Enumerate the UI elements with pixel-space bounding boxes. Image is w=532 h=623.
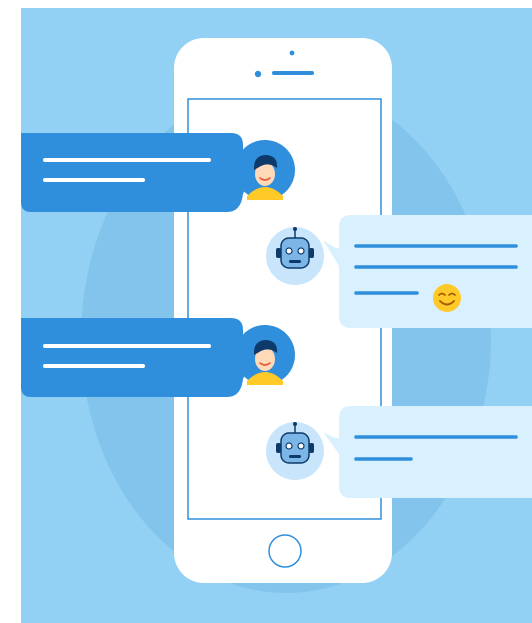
user-avatar-icon bbox=[235, 140, 295, 200]
illustration-canvas bbox=[21, 38, 532, 593]
bot-message-bubble bbox=[323, 406, 532, 498]
front-camera-icon bbox=[254, 70, 262, 78]
speaker-icon bbox=[272, 71, 314, 75]
user-message-bubble bbox=[21, 133, 257, 212]
sensor-dot-icon bbox=[289, 50, 295, 56]
robot-avatar-icon bbox=[266, 227, 324, 285]
page-frame bbox=[0, 0, 532, 623]
robot-avatar-icon bbox=[266, 422, 324, 480]
chatbot-illustration bbox=[21, 8, 532, 623]
smiley-emoji-icon bbox=[433, 284, 461, 312]
user-message-bubble bbox=[21, 318, 257, 397]
bot-message-bubble bbox=[323, 215, 532, 328]
user-avatar-icon bbox=[235, 325, 295, 385]
